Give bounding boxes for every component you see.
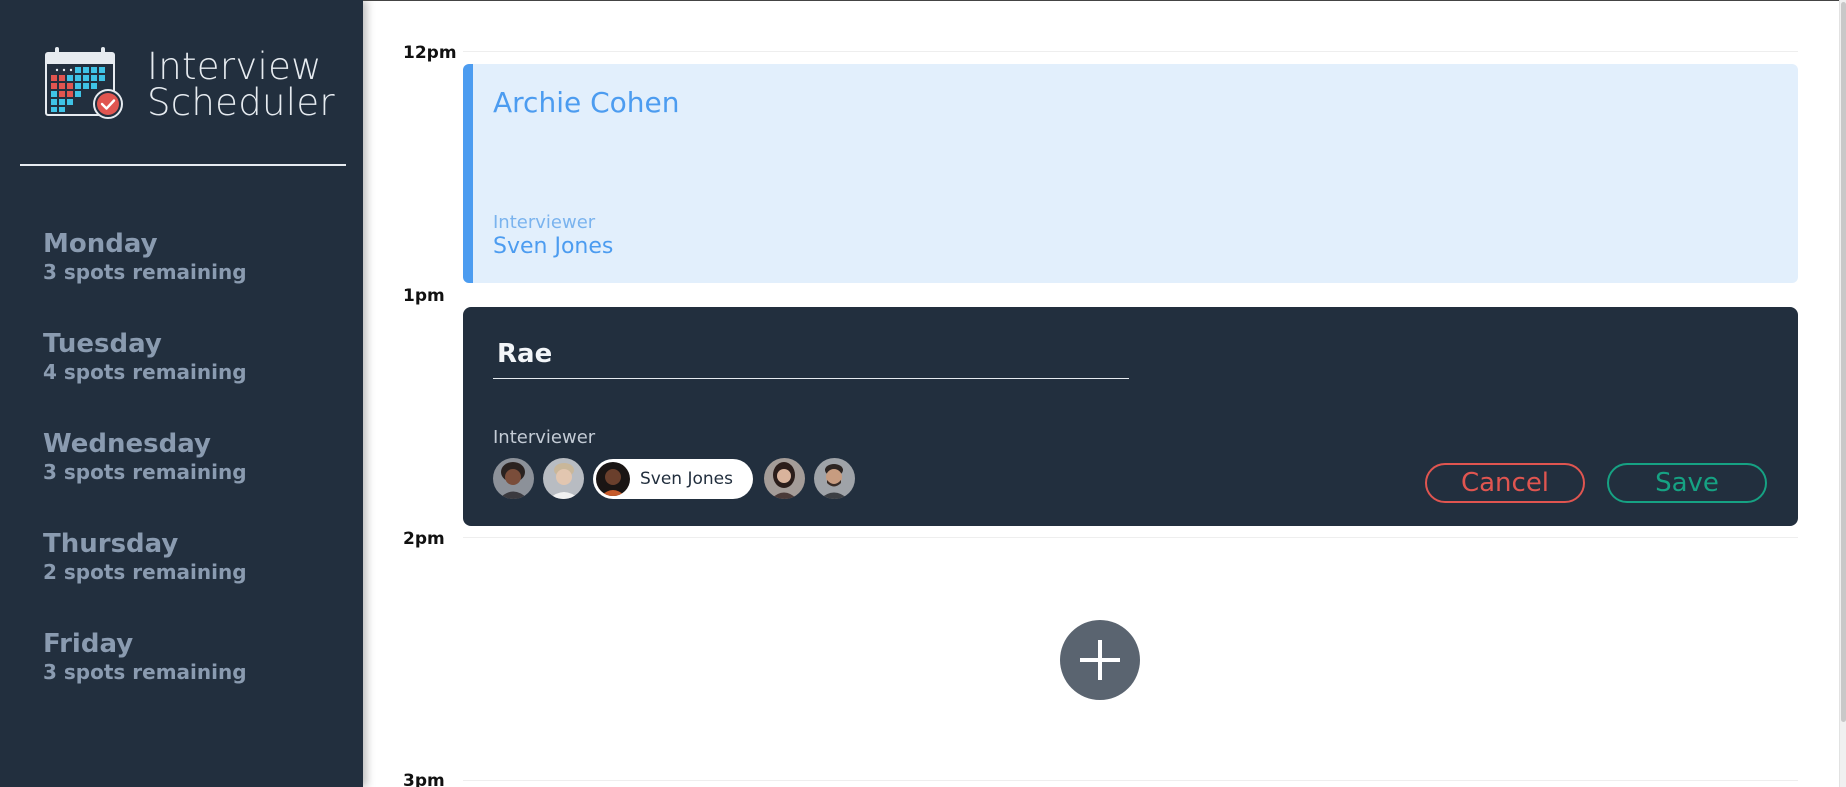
avatar-icon [596,461,630,496]
day-item-thursday[interactable]: Thursday 2 spots remaining [43,528,247,628]
day-item-wednesday[interactable]: Wednesday 3 spots remaining [43,428,247,528]
app-title: Interview Scheduler [147,45,335,124]
appointment-booked: Archie Cohen Interviewer Sven Jones [463,64,1798,283]
scrollbar-thumb[interactable] [1841,2,1846,722]
time-label: 1pm [403,286,445,306]
app-root: Interview Scheduler Monday 3 spots remai… [0,0,1846,787]
cancel-button[interactable]: Cancel [1425,463,1585,503]
student-name: Archie Cohen [493,86,680,119]
time-label: 2pm [403,529,445,549]
interviewer-list: Sven Jones [493,458,864,499]
day-list: Monday 3 spots remaining Tuesday 4 spots… [43,228,247,728]
day-spots: 3 spots remaining [43,460,247,484]
sidebar-divider [20,164,346,166]
interviewer-name: Sven Jones [493,234,614,259]
time-label: 3pm [403,771,445,787]
interviewer-avatar[interactable] [764,458,805,499]
avatar-icon [543,458,584,499]
top-border [363,0,1846,1]
avatar-icon [814,458,855,499]
selected-interviewer-name: Sven Jones [640,468,733,489]
save-button[interactable]: Save [1607,463,1767,503]
hour-divider [463,780,1798,781]
day-name: Friday [43,629,134,659]
student-name-input[interactable] [493,329,1129,379]
hour-divider [463,537,1798,538]
interviewer-avatar [596,461,630,496]
interviewer-selected[interactable]: Sven Jones [593,458,753,499]
day-item-friday[interactable]: Friday 3 spots remaining [43,628,247,728]
day-item-tuesday[interactable]: Tuesday 4 spots remaining [43,328,247,428]
avatar-icon [764,458,805,499]
day-name: Wednesday [43,429,211,459]
interviewer-label: Interviewer [493,427,596,448]
day-name: Thursday [43,529,179,559]
day-spots: 3 spots remaining [43,660,247,684]
appointment-form: Interviewer [463,307,1798,526]
day-item-monday[interactable]: Monday 3 spots remaining [43,228,247,328]
schedule: 12pm Archie Cohen Interviewer Sven Jones… [363,0,1846,787]
day-name: Tuesday [43,329,162,359]
avatar-icon [493,458,534,499]
day-spots: 4 spots remaining [43,360,247,384]
interviewer-avatar[interactable] [543,458,584,499]
day-spots: 2 spots remaining [43,560,247,584]
interviewer-avatar[interactable] [493,458,534,499]
brand: Interview Scheduler [45,46,335,124]
day-spots: 3 spots remaining [43,260,247,284]
interviewer-avatar[interactable] [814,458,855,499]
hour-divider [463,51,1798,52]
plus-icon [1080,640,1120,680]
day-name: Monday [43,229,158,259]
sidebar: Interview Scheduler Monday 3 spots remai… [0,0,363,787]
app-title-line2: Scheduler [147,81,335,124]
interviewer-label: Interviewer [493,212,596,233]
time-label: 12pm [403,43,457,63]
scrollbar[interactable] [1839,0,1846,787]
app-title-line1: Interview [147,45,322,88]
calendar-check-icon [45,47,123,119]
add-appointment-button[interactable] [1060,620,1140,700]
